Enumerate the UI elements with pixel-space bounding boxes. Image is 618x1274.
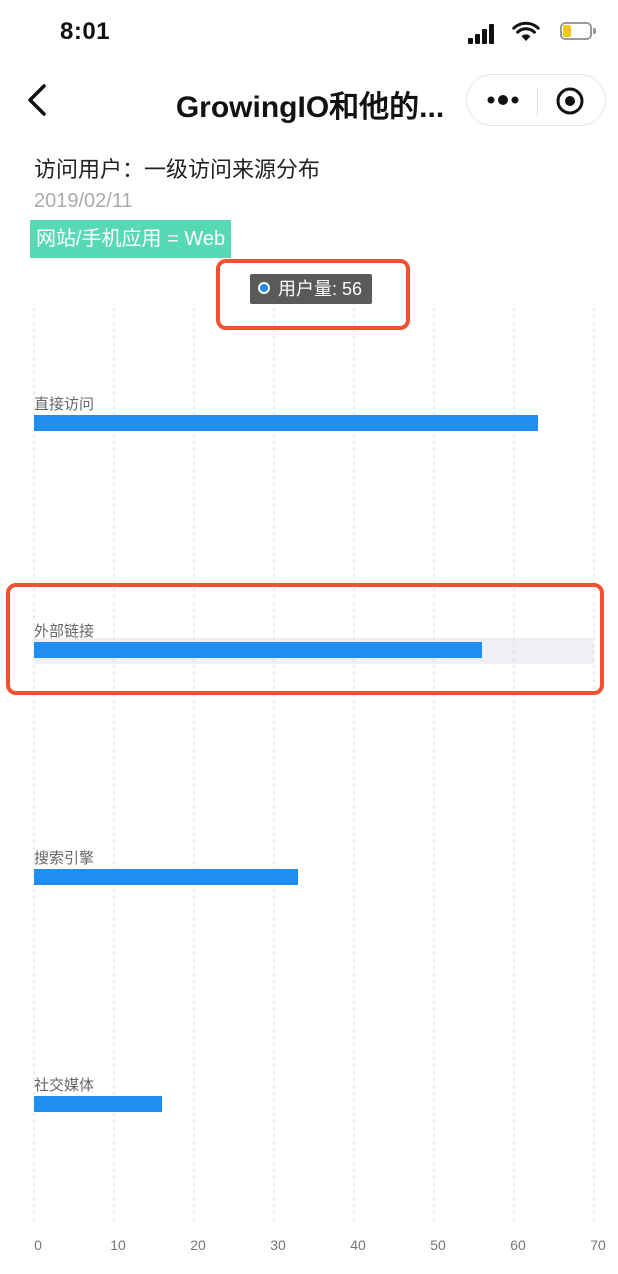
category-label: 搜索引擎 [34, 850, 94, 867]
x-tick-label: 50 [430, 1237, 446, 1253]
x-tick-label: 40 [350, 1237, 366, 1253]
x-tick-label: 0 [34, 1237, 42, 1253]
bar[interactable] [34, 1096, 162, 1112]
x-tick-label: 10 [110, 1237, 126, 1253]
category-label: 社交媒体 [34, 1076, 94, 1094]
category-label: 直接访问 [34, 396, 94, 413]
x-tick-label: 20 [190, 1237, 206, 1253]
tooltip-highlight-box [216, 259, 410, 330]
x-tick-label: 70 [590, 1237, 606, 1253]
x-tick-label: 60 [510, 1237, 526, 1253]
row-highlight-box [6, 583, 604, 695]
x-tick-label: 30 [270, 1237, 286, 1253]
bar[interactable] [34, 415, 538, 431]
bar[interactable] [34, 869, 298, 885]
